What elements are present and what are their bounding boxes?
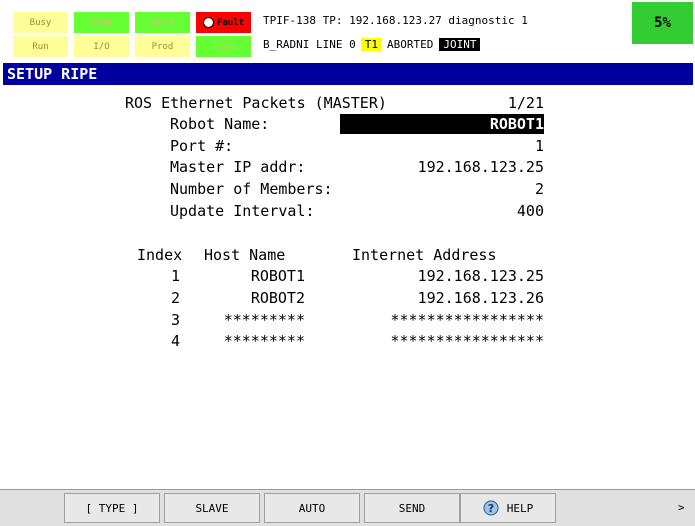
slave-button[interactable]: SLAVE [164,493,260,523]
robot-name-label: Robot Name: [170,115,270,133]
master-ip-field[interactable]: 192.168.123.25 [340,157,544,177]
alarm-line: TPIF-138 TP: 192.168.123.27 diagnostic 1 [260,10,630,31]
alarm-text: TPIF-138 TP: 192.168.123.27 diagnostic 1 [263,14,528,27]
override-value: 5% [654,15,671,31]
page-indicator: 1/21 [507,94,544,112]
speed-override[interactable]: 5% [632,2,693,44]
member-address[interactable]: 192.168.123.25 [320,266,544,286]
tcyc-indicator: TCyc [196,36,251,57]
program-line-text: B_RADNI LINE 0 [263,38,356,51]
help-question-icon: ? [483,500,499,516]
hold-indicator: Hold [135,12,190,33]
program-status-line: B_RADNI LINE 0 T1 ABORTED JOINT [260,34,630,55]
function-key-bar: [ TYPE ] SLAVE AUTO SEND ? HELP > [0,489,695,526]
setup-panel: ROS Ethernet Packets (MASTER) 1/21 Robot… [0,85,695,487]
update-interval-field[interactable]: 400 [340,201,544,221]
member-host[interactable]: ROBOT2 [190,288,305,308]
send-button-label: SEND [398,501,426,515]
mode-badge: T1 [360,38,382,51]
auto-button[interactable]: AUTO [264,493,360,523]
prod-label: Prod [151,41,174,52]
member-address[interactable]: ***************** [320,310,544,330]
io-indicator: I/O [74,36,129,57]
port-label: Port #: [170,137,234,155]
busy-indicator: Busy [13,12,68,33]
fault-indicator: Fault [196,12,251,33]
next-page-arrow[interactable]: > [678,490,685,526]
master-ip-label: Master IP addr: [170,158,306,176]
svg-text:?: ? [488,502,494,515]
circle-icon [202,17,214,28]
column-header-address: Internet Address [352,246,497,264]
help-button[interactable]: ? HELP [460,493,556,523]
member-index: 3 [170,311,180,329]
hold-label: Hold [151,17,174,28]
members-field[interactable]: 2 [340,179,544,199]
busy-label: Busy [29,17,52,28]
section-header: ROS Ethernet Packets (MASTER) [125,94,387,112]
update-interval-label: Update Interval: [170,202,315,220]
column-header-host: Host Name [204,246,286,264]
member-host[interactable]: ********* [190,310,305,330]
port-field[interactable]: 1 [340,136,544,156]
fault-label: Fault [216,17,245,28]
screen-title: SETUP RIPE [3,63,693,85]
coord-system-badge: JOINT [439,38,481,51]
send-button[interactable]: SEND [364,493,460,523]
slave-button-label: SLAVE [195,501,229,515]
member-host[interactable]: ROBOT1 [190,266,305,286]
step-indicator: Step [74,12,129,33]
member-host[interactable]: ********* [190,331,305,351]
member-index: 1 [170,267,180,285]
help-button-label: HELP [506,501,534,515]
members-label: Number of Members: [170,180,333,198]
execution-state: ABORTED [386,38,434,51]
type-button-label: [ TYPE ] [85,501,139,515]
type-button[interactable]: [ TYPE ] [64,493,160,523]
member-index: 4 [170,332,180,350]
column-header-index: Index [137,246,183,264]
member-address[interactable]: 192.168.123.26 [320,288,544,308]
tcyc-label: TCyc [212,41,235,52]
io-label: I/O [93,41,110,52]
run-indicator: Run [13,36,68,57]
screen-title-text: SETUP RIPE [7,65,98,83]
step-label: Step [90,17,113,28]
run-label: Run [32,41,49,52]
member-address[interactable]: ***************** [320,331,544,351]
member-index: 2 [170,289,180,307]
auto-button-label: AUTO [298,501,326,515]
prod-indicator: Prod [135,36,190,57]
robot-name-field[interactable]: ROBOT1 [340,114,544,134]
